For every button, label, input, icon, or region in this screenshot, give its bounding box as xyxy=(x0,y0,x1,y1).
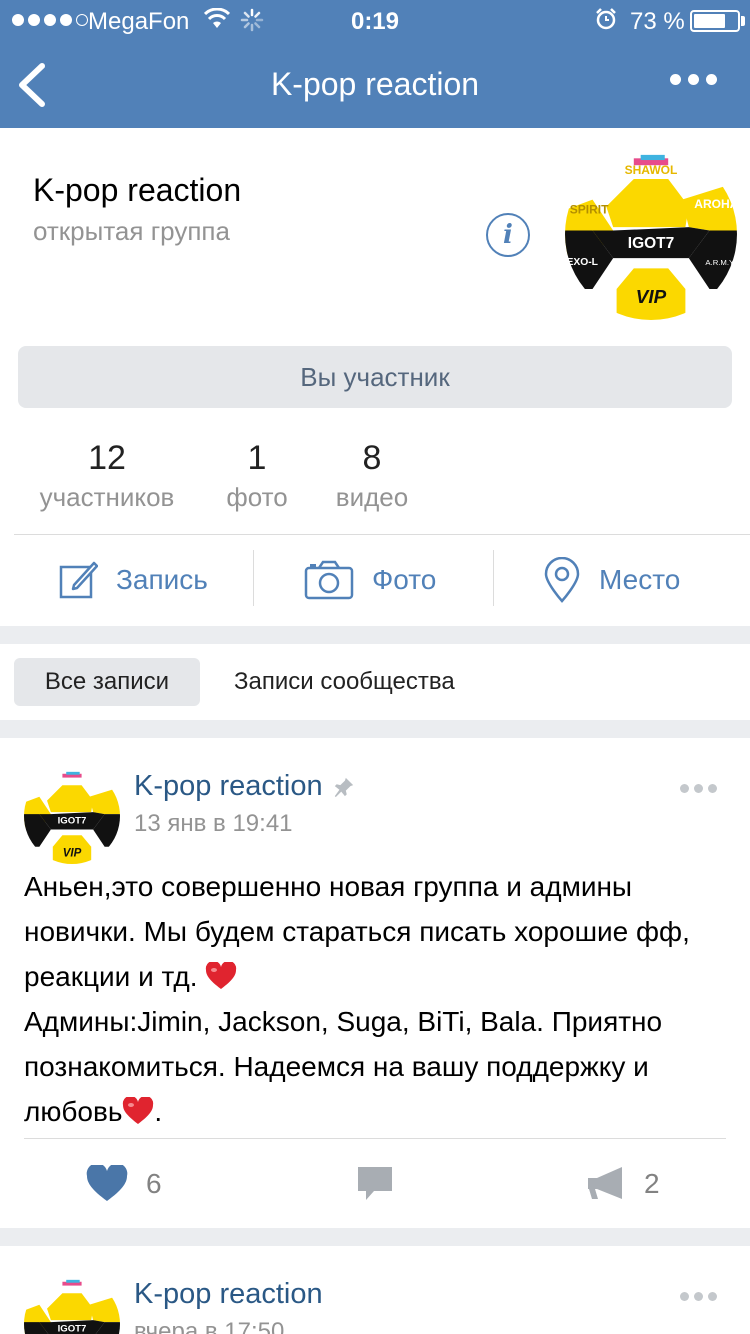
more-dot-icon xyxy=(694,784,703,793)
more-dot-icon xyxy=(706,74,717,85)
top-bar: MegaFon 0:19 73 % K-pop reaction xyxy=(0,0,750,128)
group-header-card: K-pop reaction открытая группа i SHAWOL … xyxy=(0,128,750,626)
post-author-link[interactable]: K-pop reaction xyxy=(134,770,355,803)
post-text: Аньен,это совершенно новая группа и адми… xyxy=(24,864,734,1134)
post-menu-button[interactable] xyxy=(680,784,717,793)
group-avatar[interactable]: SHAWOL SPIRIT AROHA IGOT7 EXO-L A.R.M.Y … xyxy=(565,148,737,320)
battery-percent: 73 % xyxy=(630,8,685,35)
action-label: Запись xyxy=(116,564,208,595)
action-label: Фото xyxy=(372,564,437,595)
more-dot-icon xyxy=(708,784,717,793)
share-button[interactable]: 2 xyxy=(586,1140,660,1228)
avatar-label-lower-left: EXO-L xyxy=(566,257,598,268)
avatar-label-bottom: VIP xyxy=(63,847,82,859)
red-heart-emoji-icon xyxy=(123,1097,154,1124)
avatar-label-top: SHAWOL xyxy=(625,163,678,177)
location-icon xyxy=(544,557,580,603)
post-text-end: . xyxy=(154,1096,163,1127)
battery-icon xyxy=(690,10,740,32)
avatar-label-left: SPIRIT xyxy=(570,202,609,216)
megaphone-icon xyxy=(588,1167,622,1199)
battery-tip xyxy=(741,16,745,26)
comment-icon xyxy=(358,1167,392,1200)
avatar-label-bottom: VIP xyxy=(636,287,667,308)
avatar-label-center: IGOT7 xyxy=(628,235,674,252)
location-button[interactable]: Место xyxy=(543,534,680,626)
member-status-button[interactable]: Вы участник xyxy=(18,346,732,408)
post-author-link[interactable]: K-pop reaction xyxy=(134,1278,323,1311)
counter-photos[interactable]: 1 фото xyxy=(214,438,300,513)
like-count: 6 xyxy=(146,1168,162,1199)
post-author-name: K-pop reaction xyxy=(134,1278,323,1310)
like-button[interactable]: 6 xyxy=(86,1140,162,1228)
group-name: K-pop reaction xyxy=(33,172,242,208)
wall-post: IGOT7 VIP K-pop reaction 13 янв в 19:41 … xyxy=(0,738,750,1228)
counter-label: фото xyxy=(226,482,288,512)
counter-label: участников xyxy=(39,482,175,512)
photo-button[interactable]: Фото xyxy=(304,534,436,626)
post-author-avatar[interactable]: IGOT7 xyxy=(24,1276,120,1334)
counter-number: 12 xyxy=(88,439,126,477)
post-actions: 6 2 xyxy=(0,1140,750,1228)
avatar-label-center: IGOT7 xyxy=(58,816,87,827)
counter-number: 8 xyxy=(362,439,382,477)
new-post-button[interactable]: Запись xyxy=(58,534,208,626)
action-label: Место xyxy=(599,564,681,595)
more-dot-icon xyxy=(708,1292,717,1301)
post-text-paragraph-2: Админы:Jimin, Jackson, Suga, BiTi, Bala.… xyxy=(24,1006,663,1127)
avatar-label-right: AROHA xyxy=(694,197,737,211)
red-heart-emoji-icon xyxy=(206,962,237,989)
post-author-avatar[interactable]: IGOT7 VIP xyxy=(24,768,120,864)
avatar-label-center: IGOT7 xyxy=(58,1324,87,1334)
more-dot-icon xyxy=(688,74,699,85)
more-dot-icon xyxy=(680,784,689,793)
counter-label: видео xyxy=(335,482,409,512)
wall-filter-tabs: Все записи Записи сообщества xyxy=(0,644,750,720)
tab-community-posts[interactable]: Записи сообщества xyxy=(234,658,455,706)
more-dot-icon xyxy=(670,74,681,85)
edit-icon xyxy=(59,561,98,599)
alarm-icon xyxy=(594,7,618,38)
more-dot-icon xyxy=(680,1292,689,1301)
divider xyxy=(493,550,494,606)
share-count: 2 xyxy=(644,1168,660,1199)
post-text-paragraph-1: Аньен,это совершенно новая группа и адми… xyxy=(24,871,690,992)
divider xyxy=(24,1138,726,1139)
post-date: 13 янв в 19:41 xyxy=(134,810,293,837)
tab-all-posts[interactable]: Все записи xyxy=(14,658,200,706)
counter-videos[interactable]: 8 видео xyxy=(326,438,418,513)
info-button[interactable]: i xyxy=(486,213,530,257)
counter-members[interactable]: 12 участников xyxy=(30,438,184,513)
navigation-bar: K-pop reaction xyxy=(0,40,750,128)
divider xyxy=(253,550,254,606)
more-options-button[interactable] xyxy=(670,74,717,85)
avatar-label-lower-right: A.R.M.Y xyxy=(705,258,734,267)
status-bar: MegaFon 0:19 73 % xyxy=(0,0,750,40)
comment-button[interactable] xyxy=(356,1140,394,1228)
post-date: вчера в 17:50 xyxy=(134,1318,285,1334)
post-menu-button[interactable] xyxy=(680,1292,717,1301)
post-author-name: K-pop reaction xyxy=(134,770,323,802)
quick-actions: Запись Фото Место xyxy=(0,534,750,626)
page-title: K-pop reaction xyxy=(270,66,480,102)
heart-icon xyxy=(86,1165,128,1201)
group-type: открытая группа xyxy=(33,216,230,246)
more-dot-icon xyxy=(694,1292,703,1301)
camera-icon xyxy=(304,560,354,600)
counter-number: 1 xyxy=(247,439,267,477)
wall-post: IGOT7 K-pop reaction вчера в 17:50 xyxy=(0,1246,750,1334)
pin-icon xyxy=(334,777,353,797)
